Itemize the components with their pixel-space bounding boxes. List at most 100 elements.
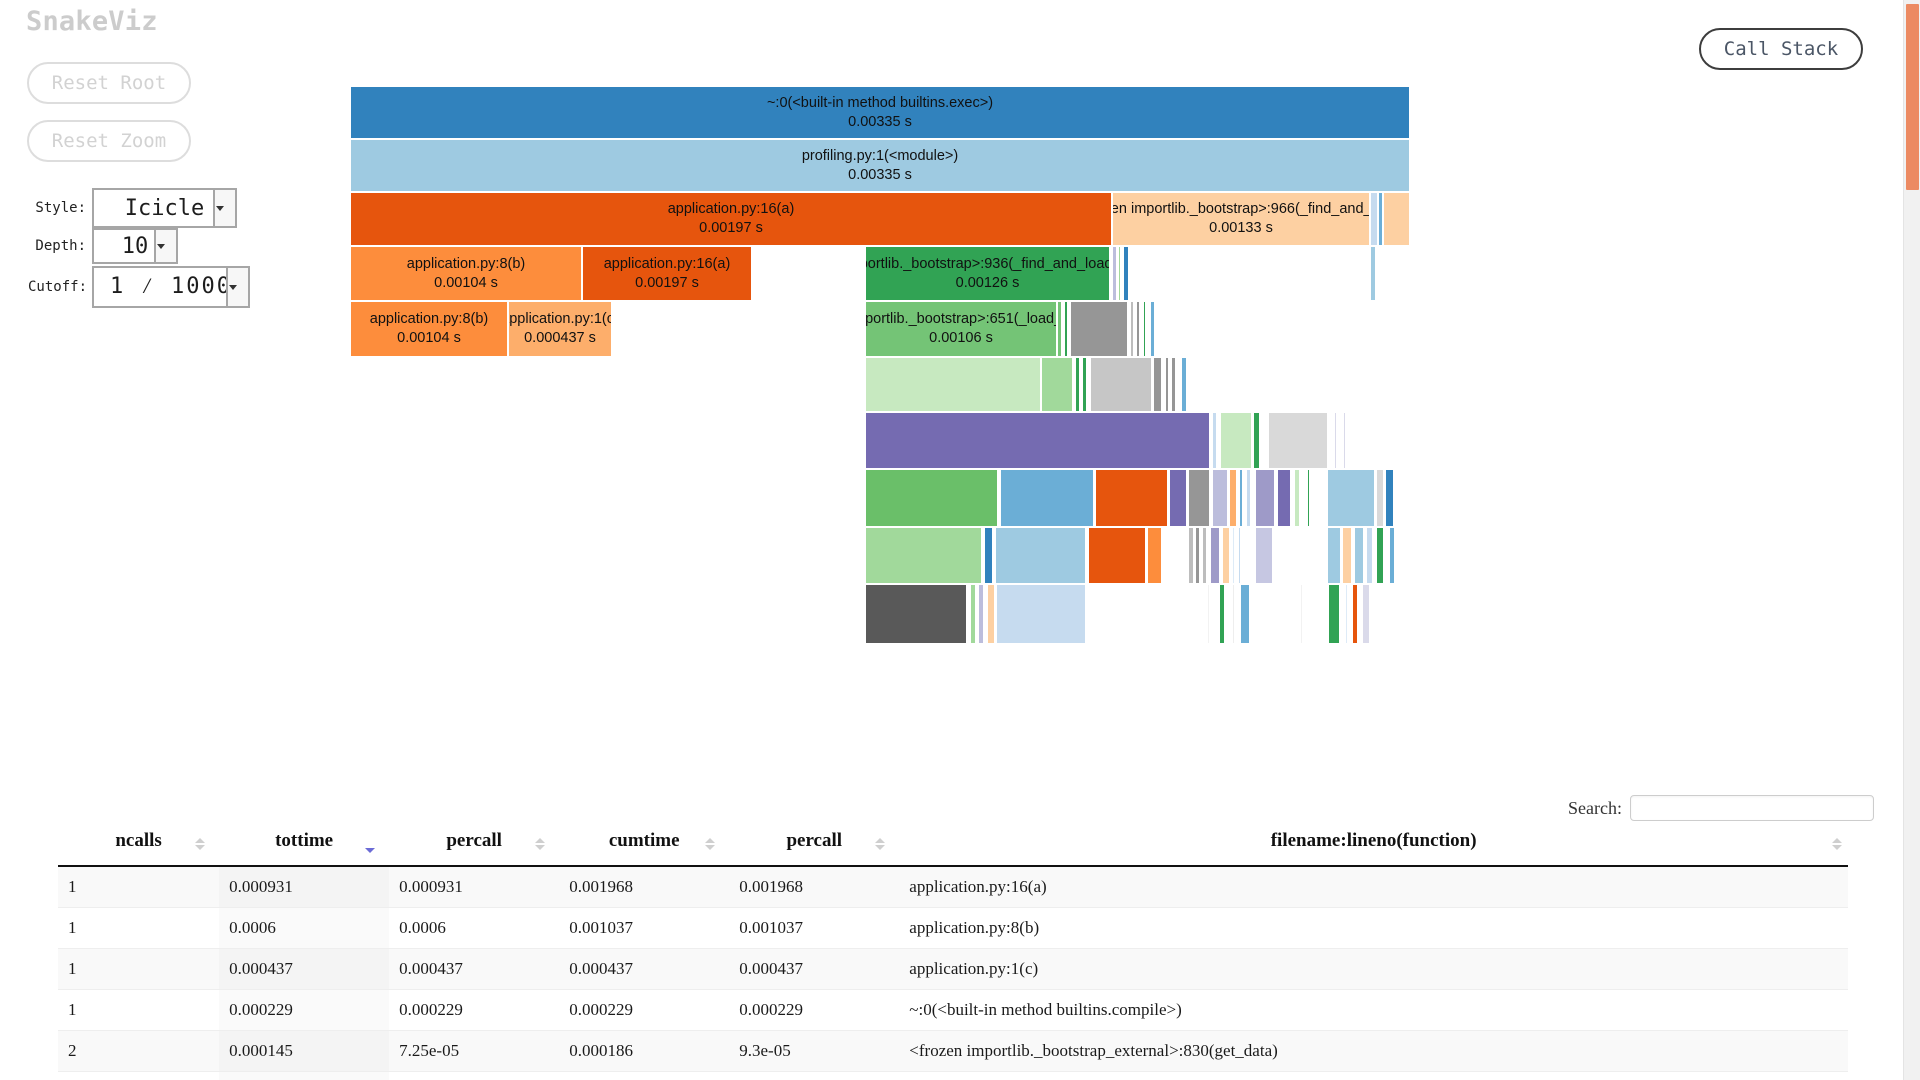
icicle-block[interactable] xyxy=(1057,301,1062,357)
icicle-block[interactable] xyxy=(1130,301,1134,357)
table-header-ncalls-0[interactable]: ncalls xyxy=(58,822,220,867)
page-scrollbar[interactable] xyxy=(1903,0,1920,1080)
icicle-block[interactable] xyxy=(1090,357,1152,412)
table-header-percall-4[interactable]: percall xyxy=(729,822,900,867)
icicle-block[interactable] xyxy=(1070,301,1128,357)
icicle-block[interactable] xyxy=(1334,412,1337,469)
table-row[interactable]: 1 0.000931 0.000931 0.001968 0.001968 applica… xyxy=(58,866,1848,908)
icicle-block[interactable]: <frozen importlib._bootstrap>:936(_find_… xyxy=(865,246,1110,301)
icicle-block[interactable] xyxy=(1362,584,1370,644)
table-header-filenamelinenofunction-5[interactable]: filename:lineno(function) xyxy=(899,822,1848,867)
icicle-block[interactable] xyxy=(1370,246,1376,301)
table-row[interactable]: 1 0.0006 0.0006 0.001037 0.001037 application… xyxy=(58,907,1848,949)
icicle-block[interactable] xyxy=(1268,412,1328,469)
reset-zoom-button[interactable]: Reset Zoom xyxy=(27,120,191,162)
icicle-block[interactable] xyxy=(1041,357,1073,412)
icicle-block[interactable] xyxy=(1366,527,1373,584)
table-header-cumtime-3[interactable]: cumtime xyxy=(559,822,730,867)
icicle-block[interactable] xyxy=(1327,527,1341,584)
icicle-block[interactable] xyxy=(1123,246,1129,301)
icicle-block[interactable] xyxy=(1232,584,1235,644)
icicle-block[interactable] xyxy=(1385,469,1394,527)
icicle-block[interactable]: ~:0(<built-in method builtins.exec>) 0.00… xyxy=(350,86,1410,139)
icicle-block[interactable] xyxy=(1210,527,1220,584)
icicle-block[interactable] xyxy=(978,584,984,644)
table-header-percall-2[interactable]: percall xyxy=(389,822,560,867)
icicle-block[interactable] xyxy=(1294,469,1300,527)
icicle-block[interactable] xyxy=(1064,301,1068,357)
icicle-block[interactable] xyxy=(1255,469,1275,527)
icicle-block[interactable] xyxy=(1195,527,1200,584)
icicle-block[interactable] xyxy=(1136,301,1140,357)
icicle-block[interactable] xyxy=(1147,527,1162,584)
page-scrollbar-thumb[interactable] xyxy=(1906,4,1919,190)
icicle-block[interactable] xyxy=(1376,527,1384,584)
icicle-block[interactable] xyxy=(1253,412,1260,469)
icicle-block[interactable] xyxy=(1222,527,1230,584)
icicle-block[interactable] xyxy=(1307,469,1310,527)
icicle-block[interactable] xyxy=(1246,469,1251,527)
icicle-block[interactable]: application.py:16(a) 0.00197 s xyxy=(582,246,752,301)
icicle-block[interactable] xyxy=(1095,469,1168,527)
icicle-block[interactable] xyxy=(1171,357,1176,412)
icicle-block[interactable] xyxy=(987,584,995,644)
icicle-block[interactable] xyxy=(1212,412,1217,469)
icicle-block[interactable] xyxy=(1169,469,1187,527)
table-row[interactable]: 2 0.000145 7.25e-05 0.000186 9.3e-05 <frozen … xyxy=(58,1030,1848,1072)
icicle-block[interactable] xyxy=(1229,469,1237,527)
call-stack-button[interactable]: Call Stack xyxy=(1699,28,1863,70)
icicle-block[interactable] xyxy=(1345,584,1348,644)
icicle-block[interactable] xyxy=(1328,584,1340,644)
icicle-block[interactable] xyxy=(1082,357,1087,412)
icicle-block[interactable] xyxy=(1207,584,1210,644)
icicle-block[interactable] xyxy=(1300,584,1303,644)
icicle-block[interactable] xyxy=(1220,412,1252,469)
icicle-block[interactable] xyxy=(865,357,1041,412)
icicle-block[interactable]: <frozen importlib._bootstrap>:966(_find_… xyxy=(1112,192,1370,246)
icicle-block[interactable]: <frozen importlib._bootstrap>:651(_load_… xyxy=(865,301,1057,357)
cutoff-select[interactable]: 1 ⁄ 1000 xyxy=(92,266,250,308)
icicle-block[interactable] xyxy=(1165,357,1169,412)
icicle-block[interactable] xyxy=(1343,412,1346,469)
depth-select[interactable]: 10 xyxy=(92,228,178,264)
icicle-block[interactable] xyxy=(1354,527,1364,584)
icicle-block[interactable] xyxy=(865,412,1210,469)
icicle-block[interactable] xyxy=(1383,192,1410,246)
icicle-block[interactable] xyxy=(1202,527,1207,584)
icicle-block[interactable] xyxy=(1376,469,1384,527)
icicle-block[interactable] xyxy=(970,584,976,644)
icicle-block[interactable] xyxy=(865,527,982,584)
icicle-block[interactable] xyxy=(1075,357,1080,412)
icicle-block[interactable] xyxy=(1277,469,1291,527)
icicle-block[interactable] xyxy=(1212,469,1228,527)
icicle-block[interactable]: application.py:8(b) 0.00104 s xyxy=(350,301,508,357)
table-row[interactable]: 1 0.000437 0.000437 0.000437 0.000437 applica… xyxy=(58,948,1848,990)
icicle-block[interactable] xyxy=(1370,192,1378,246)
icicle-block[interactable] xyxy=(1188,527,1194,584)
table-header-tottime-1[interactable]: tottime xyxy=(219,822,390,867)
icicle-block[interactable] xyxy=(1327,469,1375,527)
icicle-block[interactable] xyxy=(1000,469,1094,527)
table-row[interactable]: 10.000120.000120.000120.00012~:0(<built-… xyxy=(58,1071,1848,1080)
icicle-block[interactable] xyxy=(1143,301,1146,357)
icicle-block[interactable] xyxy=(1240,584,1250,644)
icicle-block[interactable] xyxy=(1188,469,1210,527)
icicle-block[interactable]: application.py:16(a) 0.00197 s xyxy=(350,192,1112,246)
icicle-block[interactable] xyxy=(1238,527,1241,584)
icicle-block[interactable] xyxy=(1342,527,1352,584)
icicle-block[interactable] xyxy=(1219,584,1225,644)
icicle-block[interactable] xyxy=(1239,469,1243,527)
search-input[interactable] xyxy=(1630,795,1874,821)
table-row[interactable]: 1 0.000229 0.000229 0.000229 0.000229 ~:0(<bu… xyxy=(58,989,1848,1031)
icicle-block[interactable]: application.py:1(c) 0.000437 s xyxy=(508,301,612,357)
icicle-block[interactable] xyxy=(865,584,967,644)
reset-root-button[interactable]: Reset Root xyxy=(27,62,191,104)
icicle-block[interactable] xyxy=(1150,301,1155,357)
icicle-chart[interactable]: ~:0(<built-in method builtins.exec>) 0.00… xyxy=(350,86,1650,772)
icicle-block[interactable]: application.py:8(b) 0.00104 s xyxy=(350,246,582,301)
icicle-block[interactable] xyxy=(1352,584,1358,644)
icicle-block[interactable] xyxy=(1153,357,1162,412)
icicle-block[interactable] xyxy=(1232,527,1235,584)
icicle-block[interactable] xyxy=(984,527,993,584)
icicle-block[interactable] xyxy=(996,584,1086,644)
